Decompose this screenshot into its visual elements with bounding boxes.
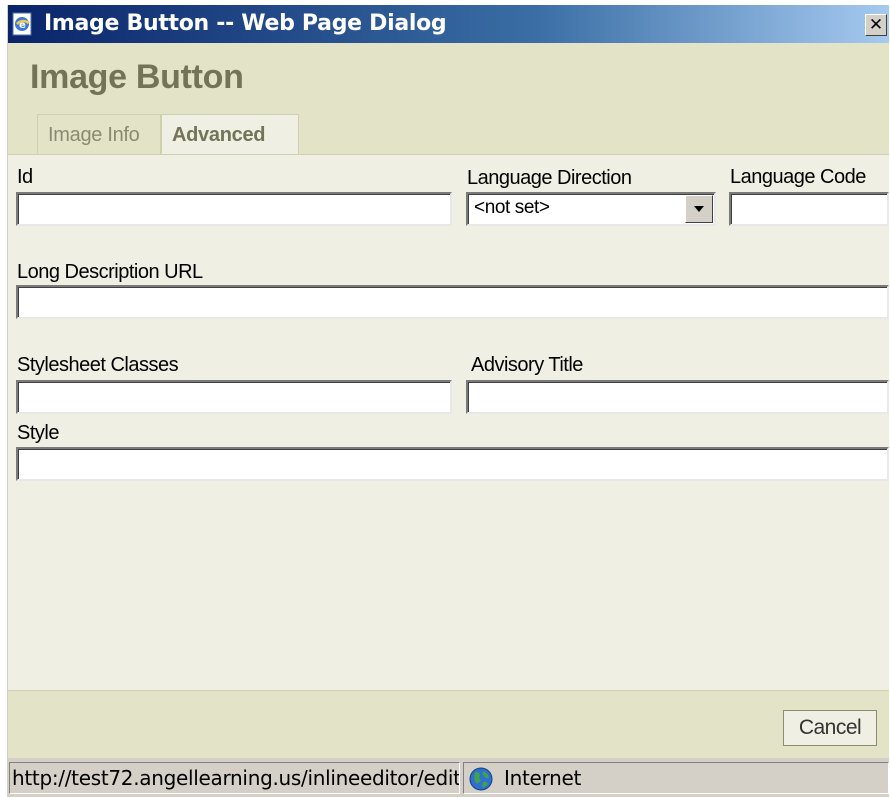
zone-label: Internet <box>504 766 582 790</box>
style-label: Style <box>17 422 59 444</box>
stylesheet-classes-label: Stylesheet Classes <box>17 354 179 376</box>
language-direction-value: <not set> <box>474 197 550 218</box>
ie-page-icon: e <box>12 12 32 36</box>
language-direction-select[interactable]: <not set> <box>466 192 716 226</box>
title-bar[interactable]: e Image Button -- Web Page Dialog ✕ <box>8 5 889 43</box>
globe-icon <box>469 767 493 791</box>
long-description-url-input[interactable] <box>16 285 889 319</box>
language-code-label: Language Code <box>730 166 866 188</box>
cancel-button[interactable]: Cancel <box>783 710 877 746</box>
dialog-window: e Image Button -- Web Page Dialog ✕ Imag… <box>7 5 889 797</box>
advisory-title-label: Advisory Title <box>471 354 583 376</box>
close-icon: ✕ <box>868 15 884 35</box>
tab-advanced[interactable]: Advanced <box>161 114 299 155</box>
svg-text:e: e <box>19 20 26 31</box>
tab-image-info[interactable]: Image Info <box>37 114 161 154</box>
window-title: Image Button -- Web Page Dialog <box>44 11 447 36</box>
security-zone[interactable]: Internet <box>463 762 889 794</box>
language-direction-label: Language Direction <box>467 167 632 189</box>
long-description-url-label: Long Description URL <box>17 261 203 283</box>
advisory-title-input[interactable] <box>466 380 889 414</box>
dialog-footer: Cancel <box>8 690 889 759</box>
chevron-down-icon[interactable] <box>685 195 713 223</box>
stylesheet-classes-input[interactable] <box>16 380 452 414</box>
close-button[interactable]: ✕ <box>865 14 887 36</box>
status-url: http://test72.angellearning.us/inlineedi… <box>9 762 460 794</box>
id-input[interactable] <box>16 192 452 226</box>
language-code-input[interactable] <box>729 192 889 226</box>
dialog-header: Image Button Image Info Advanced <box>8 43 889 155</box>
id-label: Id <box>17 166 33 188</box>
dialog-heading: Image Button <box>30 58 244 96</box>
status-bar: http://test72.angellearning.us/inlineedi… <box>8 758 889 797</box>
style-input[interactable] <box>16 447 889 481</box>
advanced-panel: Id Language Direction <not set> Language… <box>8 154 889 691</box>
